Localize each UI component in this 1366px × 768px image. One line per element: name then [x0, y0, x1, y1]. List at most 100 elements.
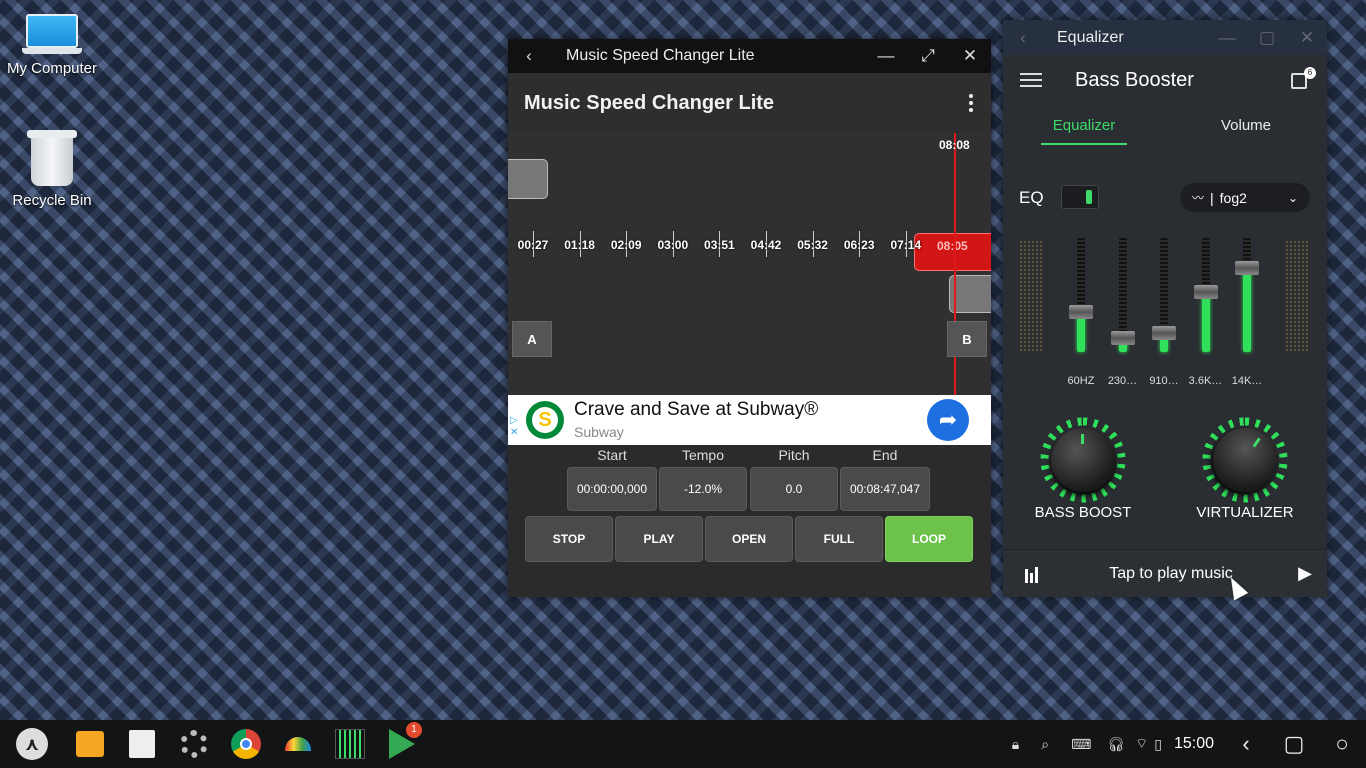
- playhead-time: 08:08: [939, 138, 970, 152]
- bass-boost-knob[interactable]: [1037, 416, 1129, 504]
- band-slider[interactable]: [1069, 236, 1093, 356]
- band-slider[interactable]: [1152, 236, 1176, 356]
- settings-icon[interactable]: [168, 720, 220, 768]
- waveform-timeline[interactable]: 08:05 00:27 01:18 02:09 03:00 03:51 04:42 05:3…: [508, 133, 991, 395]
- timeline-tick-label: 00:27: [517, 238, 549, 252]
- virtualizer-knob[interactable]: [1199, 415, 1291, 505]
- param-label: End: [872, 447, 898, 463]
- back-icon[interactable]: ‹: [1003, 21, 1043, 55]
- clock[interactable]: 15:00: [1166, 735, 1222, 753]
- equalizer-app-icon[interactable]: [324, 720, 376, 768]
- eq-toolbar: EQ 〰 | fog2 ⌄: [1003, 180, 1327, 214]
- window-titlebar: ‹ Music Speed Changer Lite — ⤢ ✕: [508, 39, 991, 73]
- desktop-icon-my-computer[interactable]: My Computer: [2, 14, 102, 77]
- files-icon[interactable]: [64, 720, 116, 768]
- param-label: Tempo: [681, 447, 725, 463]
- open-button[interactable]: OPEN: [705, 516, 793, 562]
- param-label: Start: [597, 447, 627, 463]
- timeline-tick-label: 01:18: [564, 238, 595, 252]
- ad-advertiser: Subway: [574, 424, 624, 440]
- lens-icon[interactable]: [272, 720, 324, 768]
- param-label: Pitch: [778, 447, 810, 463]
- play-icon[interactable]: ▶: [1283, 563, 1327, 584]
- stop-button[interactable]: STOP: [525, 516, 613, 562]
- band-slider-handle[interactable]: [1069, 305, 1093, 319]
- loop-start-handle[interactable]: [508, 159, 548, 199]
- window-titlebar: ‹ Equalizer — ▢ ✕: [1003, 20, 1327, 55]
- band-slider[interactable]: [1193, 236, 1218, 356]
- band-slider-handle[interactable]: [1235, 261, 1259, 275]
- tab-bar: Equalizer Volume: [1003, 105, 1327, 145]
- band-slider-handle[interactable]: [1110, 331, 1135, 345]
- band-slider[interactable]: [1235, 236, 1259, 356]
- app-title: Bass Booster: [1075, 68, 1194, 91]
- player-text: Tap to play music: [1109, 564, 1233, 582]
- full-button[interactable]: FULL: [795, 516, 883, 562]
- play-button[interactable]: PLAY: [615, 516, 703, 562]
- param-tempo-field[interactable]: -12.0%: [659, 467, 747, 511]
- lock-icon[interactable]: 🔒︎: [1004, 736, 1027, 753]
- eq-toggle[interactable]: [1061, 185, 1099, 209]
- wifi-icon: ⌔: [1135, 735, 1149, 751]
- nav-home-icon[interactable]: ○: [1318, 731, 1366, 757]
- timeline-tick-label: 04:42: [750, 238, 782, 252]
- mini-player[interactable]: Tap to play music ▶: [1003, 549, 1327, 597]
- playhead-marker[interactable]: 08:05: [914, 233, 991, 271]
- wave-icon: 〰: [1192, 191, 1205, 205]
- param-pitch-field[interactable]: 0.0: [750, 467, 838, 511]
- gift-badge: 6: [1304, 67, 1316, 79]
- tab-equalizer[interactable]: Equalizer: [1003, 105, 1165, 145]
- marker-b-button[interactable]: B: [947, 321, 987, 357]
- menu-icon[interactable]: [1003, 73, 1059, 87]
- eq-label: EQ: [1019, 188, 1044, 207]
- maximize-icon[interactable]: ⤢: [907, 39, 949, 73]
- marker-a-button[interactable]: A: [512, 321, 552, 357]
- timeline-tick-label: 03:00: [657, 238, 689, 252]
- maximize-icon[interactable]: ▢: [1247, 21, 1287, 55]
- music-speed-changer-window: ‹ Music Speed Changer Lite — ⤢ ✕ Music S…: [508, 39, 991, 597]
- loop-button[interactable]: LOOP: [885, 516, 973, 562]
- param-end-field[interactable]: 00:08:47,047: [840, 467, 930, 511]
- desktop-icon-label: My Computer: [6, 60, 98, 77]
- notes-icon[interactable]: [116, 720, 168, 768]
- desktop-icon-recycle-bin[interactable]: Recycle Bin: [2, 130, 102, 209]
- desktop-icon-label: Recycle Bin: [12, 192, 92, 209]
- band-slider[interactable]: [1110, 236, 1135, 356]
- close-icon[interactable]: ✕: [949, 39, 991, 73]
- window-title: Equalizer: [1057, 28, 1124, 46]
- param-start-field[interactable]: 00:00:00,000: [567, 467, 657, 511]
- nav-back-icon[interactable]: ‹: [1222, 731, 1270, 757]
- timeline-tick-label: 05:32: [797, 238, 828, 252]
- param-start: Start 00:00:00,000: [567, 447, 657, 511]
- search-icon[interactable]: ⌕: [1027, 736, 1063, 753]
- ad-choices-icon[interactable]: ▷ ✕: [510, 415, 518, 439]
- minimize-icon[interactable]: —: [1207, 21, 1247, 55]
- headset-icon: 🎧︎: [1107, 735, 1126, 752]
- ad-banner[interactable]: ▷ ✕ S Crave and Save at Subway® Subway ➦: [508, 395, 991, 445]
- gift-ad-icon[interactable]: 6: [1281, 65, 1327, 95]
- band-slider-fill: [1243, 267, 1251, 352]
- minimize-icon[interactable]: —: [865, 39, 907, 73]
- preset-value: fog2: [1219, 189, 1247, 206]
- nav-recents-icon[interactable]: ▢: [1270, 731, 1318, 757]
- close-icon[interactable]: ✕: [1287, 21, 1327, 55]
- tab-volume[interactable]: Volume: [1165, 105, 1327, 145]
- chrome-icon[interactable]: [220, 720, 272, 768]
- taskbar: ⋏ 1 🔒︎ ⌕ ⌨ 🎧︎ ⌔ ▯ 15:00 ‹ ▢ ○: [0, 720, 1366, 768]
- band-slider-handle[interactable]: [1193, 285, 1218, 299]
- back-icon[interactable]: ‹: [508, 39, 550, 73]
- system-tray: 🔒︎ ⌕ ⌨ 🎧︎ ⌔ ▯ 15:00 ‹ ▢ ○: [1004, 720, 1366, 768]
- timeline-tick-label: 07:14: [890, 238, 922, 252]
- play-store-icon[interactable]: 1: [376, 720, 428, 768]
- left-level-meter: [1019, 240, 1043, 352]
- timeline-tick-label: 02:09: [610, 238, 642, 252]
- keyboard-icon[interactable]: ⌨: [1063, 736, 1099, 753]
- band-label: 910…: [1149, 375, 1179, 387]
- band-slider-handle[interactable]: [1152, 326, 1176, 340]
- more-options-icon[interactable]: [951, 94, 991, 112]
- notification-badge: 1: [406, 722, 422, 738]
- battery-icon: ▯: [1154, 735, 1162, 752]
- start-icon[interactable]: ⋏: [0, 720, 64, 768]
- ad-open-icon[interactable]: ➦: [927, 399, 969, 441]
- preset-dropdown[interactable]: 〰 | fog2 ⌄: [1180, 183, 1310, 212]
